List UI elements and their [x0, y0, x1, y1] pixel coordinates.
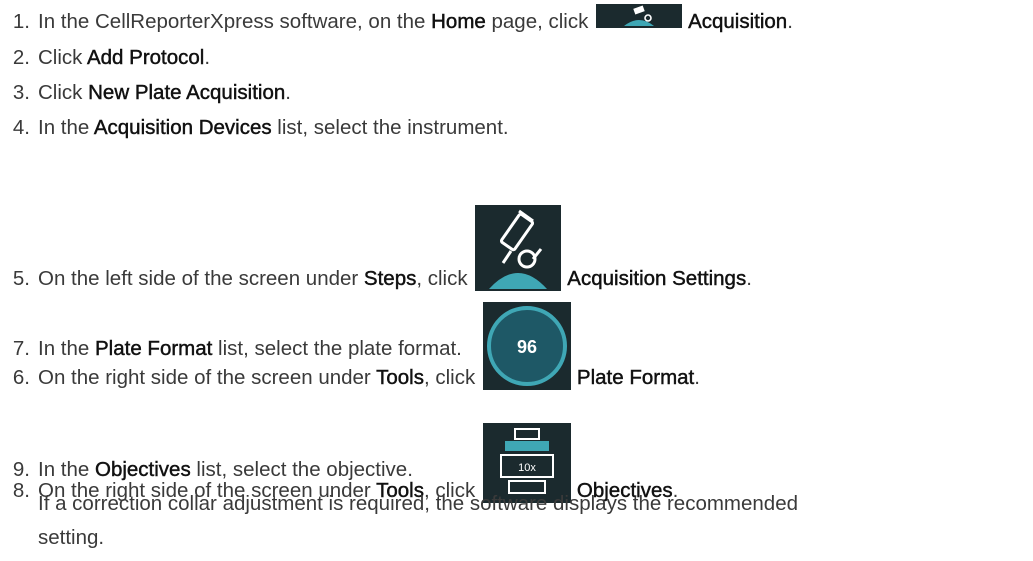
microscope-icon [475, 205, 562, 291]
step-text: . [787, 10, 793, 33]
add-protocol-label: Add Protocol [86, 46, 205, 69]
step-number: 6. [12, 366, 30, 389]
correction-collar-note-line-2: setting. [38, 526, 105, 549]
step-text: In the [38, 337, 95, 360]
step-text: In the [38, 116, 94, 139]
step-number: 7. [12, 337, 30, 360]
step-number: 2. [12, 46, 30, 69]
step-text: Click [38, 46, 87, 69]
objectives-list-label: Objectives [95, 458, 191, 481]
objectives-icon: 10x [482, 423, 571, 503]
step-1: 1. In the CellReporterXpress software, on… [0, 4, 793, 34]
new-plate-acquisition-label: New Plate Acquisition [88, 81, 286, 104]
step-text: On the left side of the screen under [38, 267, 364, 290]
step-7: 7. In the Plate Format list, select the p… [0, 337, 462, 361]
step-5: 5. On the left side of the screen under S… [0, 205, 752, 291]
plate-format-label: Plate Format [576, 366, 695, 389]
step-text: In the CellReporterXpress software, on t… [38, 10, 432, 33]
step-text: . [285, 81, 291, 104]
step-number: 4. [12, 116, 30, 139]
plate-format-list-label: Plate Format [95, 337, 213, 360]
step-text: On the right side of the screen under [38, 366, 377, 389]
acquisition-settings-label: Acquisition Settings [567, 267, 747, 290]
step-text: list, select the objective. [190, 458, 413, 481]
step-text: In the [38, 458, 95, 481]
step-number: 5. [12, 267, 30, 290]
step-number: 1. [12, 10, 30, 33]
acquisition-label: Acquisition [688, 10, 788, 33]
step-text: page, click [485, 10, 595, 33]
objectives-icon-text: 10x [518, 462, 536, 474]
steps-label: Steps [363, 267, 417, 290]
step-text: . [204, 46, 211, 69]
step-text: list, select the plate format. [212, 337, 462, 360]
acquisition-devices-label: Acquisition Devices [93, 116, 272, 139]
tools-label: Tools [376, 366, 424, 389]
step-text: . [746, 267, 752, 290]
step-text: , click [416, 267, 474, 290]
step-text: , click [423, 366, 481, 389]
step-text: list, select the instrument. [271, 116, 509, 139]
step-9: 9. In the Objectives list, select the obj… [0, 458, 413, 482]
step-number: 8. [12, 479, 30, 502]
home-label: Home [431, 10, 486, 33]
step-3: 3. Click New Plate Acquisition. [0, 81, 291, 105]
acquisition-icon [596, 4, 683, 28]
plate-format-icon-text: 96 [517, 337, 537, 357]
step-number: 3. [12, 81, 30, 104]
step-text: . [694, 366, 700, 389]
step-4: 4. In the Acquisition Devices list, selec… [0, 116, 509, 140]
correction-collar-note-line-1: If a correction collar adjustment is req… [38, 492, 799, 515]
step-number: 9. [12, 458, 30, 481]
step-2: 2. Click Add Protocol. [0, 46, 210, 70]
plate-format-icon: 96 [482, 302, 571, 390]
step-text: Click [38, 81, 89, 104]
